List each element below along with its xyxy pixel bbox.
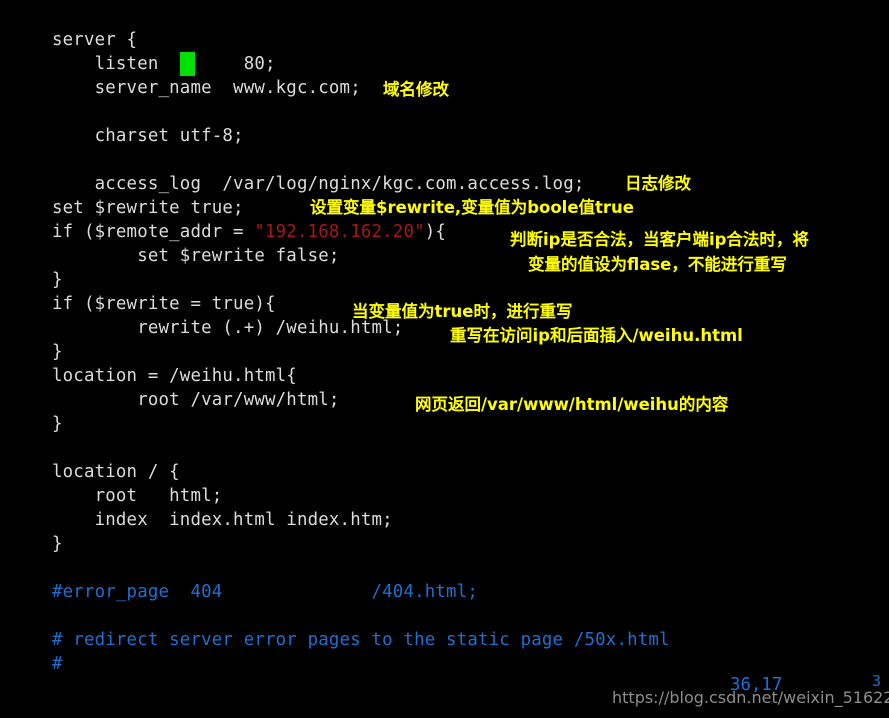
code-line: } [52,532,852,556]
code-span-default: set $rewrite true; [52,198,244,218]
code-span-default: location = /weihu.html{ [52,366,297,386]
annotation-log-note: 日志修改 [625,174,691,193]
code-span-default: listen 80; [52,54,276,74]
code-span-default: root /var/www/html; [52,390,340,410]
code-line: #error_page 404 /404.html; [52,580,852,604]
code-line: index index.html index.htm; [52,508,852,532]
annotation-rewrite-true-note: 当变量值为true时，进行重写 [352,302,573,321]
code-line: root html; [52,484,852,508]
code-span-default: } [52,342,63,362]
code-span-default: charset utf-8; [52,126,244,146]
code-line: server { [52,28,852,52]
vim-code-buffer[interactable]: server { listen 80; server_name www.kgc.… [52,28,852,676]
code-span-default: if ($rewrite = true){ [52,294,276,314]
annotation-ip-check-note-2: 变量的值设为flase，不能进行重写 [528,255,787,274]
code-span-default: server_name www.kgc.com; [52,78,361,98]
code-line: # redirect server error pages to the sta… [52,628,852,652]
code-span-default: rewrite (.+) /weihu.html; [52,318,404,338]
code-span-default: root html; [52,486,223,506]
code-line: location = /weihu.html{ [52,364,852,388]
code-span-default: if ($remote_addr = [52,222,255,242]
code-span-comment: # [52,654,63,674]
code-span-default: } [52,270,63,290]
code-span-default: access_log /var/log/nginx/kgc.com.access… [52,174,585,194]
annotation-domain-note: 域名修改 [383,80,449,99]
vim-block-cursor [180,52,195,76]
code-span-string: "192.168.162.20" [254,222,425,242]
code-span-default: server { [52,30,138,50]
code-line: # [52,652,852,676]
code-line: location / { [52,460,852,484]
code-span-default: ){ [424,222,447,242]
code-span-comment: # redirect server error pages to the sta… [52,630,670,650]
annotation-setvar-note: 设置变量$rewrite,变量值为boole值true [310,198,634,217]
code-line: server_name www.kgc.com; [52,76,852,100]
code-line: listen 80; [52,52,852,76]
watermark-url: https://blog.csdn.net/weixin_51622156 [612,688,889,707]
code-span-comment: #error_page 404 /404.html; [52,582,479,602]
code-line: charset utf-8; [52,124,852,148]
code-span-default: } [52,534,63,554]
annotation-rewrite-insert-note: 重写在访问ip和后面插入/weihu.html [450,326,743,345]
code-line: access_log /var/log/nginx/kgc.com.access… [52,172,852,196]
code-span-default: } [52,414,63,434]
terminal-screen: server { listen 80; server_name www.kgc.… [0,0,889,718]
code-span-default: location / { [52,462,180,482]
code-span-default: set $rewrite false; [52,246,340,266]
code-span-default: index index.html index.htm; [52,510,393,530]
annotation-root-return-note: 网页返回/var/www/html/weihu的内容 [415,395,729,414]
annotation-ip-check-note-1: 判断ip是否合法，当客户端ip合法时，将 [510,230,809,249]
